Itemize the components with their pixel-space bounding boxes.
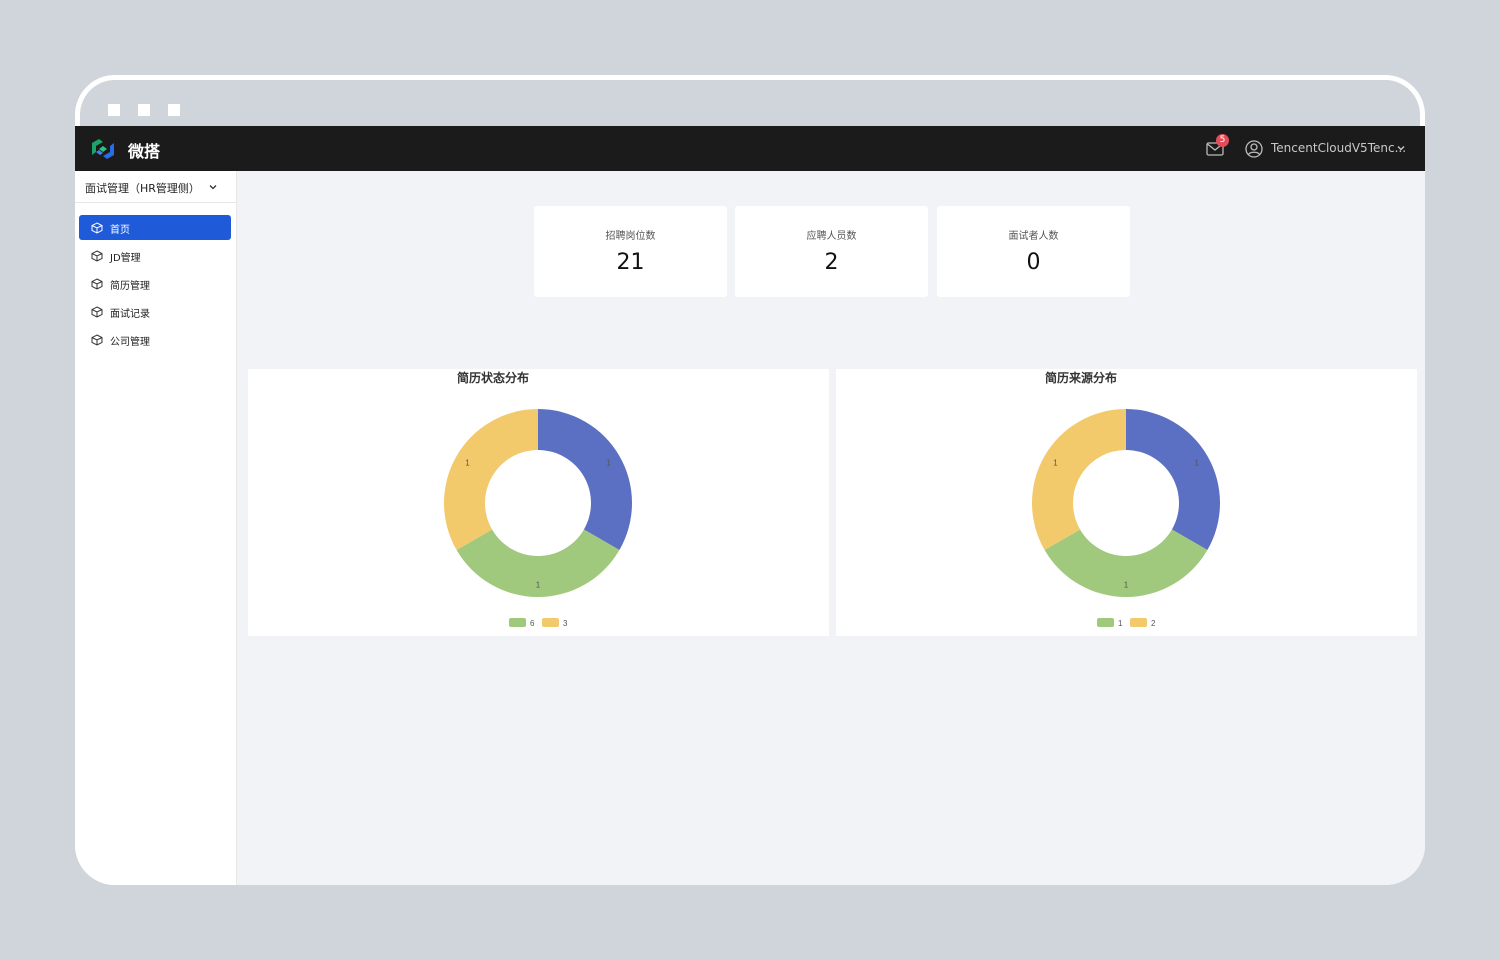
stat-value: 21 [616,250,645,275]
weda-logo-icon [92,139,114,159]
app-header: 微搭 5 TencentCloudV5Tenc... [75,126,1425,171]
slice-value-label: 1 [1194,458,1199,467]
resume-source-donut-chart: 1 1 1 1 2 [1032,409,1220,628]
stat-label: 招聘岗位数 [605,231,656,242]
app-brand-name: 微搭 [128,142,161,161]
donut-slice-0[interactable] [538,409,632,550]
donut-slice-2[interactable] [444,409,538,550]
sidebar: 面试管理（HR管理侧） 首页 JD管理 简历管理 面试记录 公司管理 [75,171,237,885]
resume-status-donut-chart: 1 1 1 6 3 [444,409,632,628]
chart-title: 简历状态分布 [456,371,529,385]
resume-status-chart-panel: 1 1 1 6 3 简历状态分布 [248,369,829,636]
window-titlebar [75,75,1425,126]
window-close-button[interactable] [108,104,120,116]
sidebar-item-label: 首页 [110,225,130,236]
window-maximize-button[interactable] [168,104,180,116]
sidebar-item-jd[interactable]: JD管理 [79,243,231,268]
stat-card-positions: 招聘岗位数 21 [534,206,727,297]
stat-value: 2 [824,250,839,275]
stat-card-interviewees: 面试者人数 0 [937,206,1130,297]
system-selector-label: 面试管理（HR管理侧） [85,182,200,195]
stat-value: 0 [1026,250,1041,275]
legend-label-0[interactable]: 6 [530,619,535,628]
cube-icon [91,278,103,290]
user-avatar-icon[interactable] [1245,140,1263,158]
cube-icon [91,334,103,346]
browser-window: 微搭 5 TencentCloudV5Tenc... 面试管理（HR管理侧） 首… [75,75,1425,885]
chart-title: 简历来源分布 [1044,371,1117,385]
stat-card-applicants: 应聘人员数 2 [735,206,928,297]
legend-swatch-0[interactable] [1097,618,1114,627]
chevron-down-icon [209,185,217,190]
legend-swatch-1[interactable] [1130,618,1147,627]
legend-label-1[interactable]: 3 [563,619,568,628]
stat-label: 面试者人数 [1008,231,1059,242]
sidebar-item-label: 公司管理 [110,337,150,348]
sidebar-item-interview[interactable]: 面试记录 [79,299,231,324]
username-label[interactable]: TencentCloudV5Tenc... [1271,141,1406,155]
sidebar-item-resume[interactable]: 简历管理 [79,271,231,296]
legend-swatch-0[interactable] [509,618,526,627]
sidebar-item-home[interactable]: 首页 [79,215,231,240]
slice-value-label: 1 [465,458,470,467]
legend-label-1[interactable]: 2 [1151,619,1156,628]
notification-badge: 5 [1216,134,1229,147]
main-content: 招聘岗位数 21 应聘人员数 2 面试者人数 0 11163 简历状态分布 11… [237,171,1425,885]
sidebar-item-label: 简历管理 [110,281,150,292]
donut-slice-0[interactable] [1126,409,1220,550]
sidebar-menu: 首页 JD管理 简历管理 面试记录 公司管理 [79,215,231,355]
slice-value-label: 1 [606,458,611,467]
window-minimize-button[interactable] [138,104,150,116]
cube-icon [91,222,103,234]
slice-value-label: 1 [1124,581,1129,590]
slice-value-label: 1 [1053,458,1058,467]
legend-label-0[interactable]: 1 [1118,619,1123,628]
cube-icon [91,250,103,262]
stat-label: 应聘人员数 [806,231,857,242]
sidebar-item-label: 面试记录 [110,309,150,320]
resume-source-chart-panel: 1 1 1 1 2 简历来源分布 [836,369,1417,636]
sidebar-item-label: JD管理 [110,253,141,264]
legend-swatch-1[interactable] [542,618,559,627]
chevron-down-icon[interactable] [1397,144,1405,152]
cube-icon [91,306,103,318]
slice-value-label: 1 [536,581,541,590]
donut-slice-2[interactable] [1032,409,1126,550]
system-selector[interactable]: 面试管理（HR管理侧） [75,171,236,203]
sidebar-item-company[interactable]: 公司管理 [79,327,231,352]
